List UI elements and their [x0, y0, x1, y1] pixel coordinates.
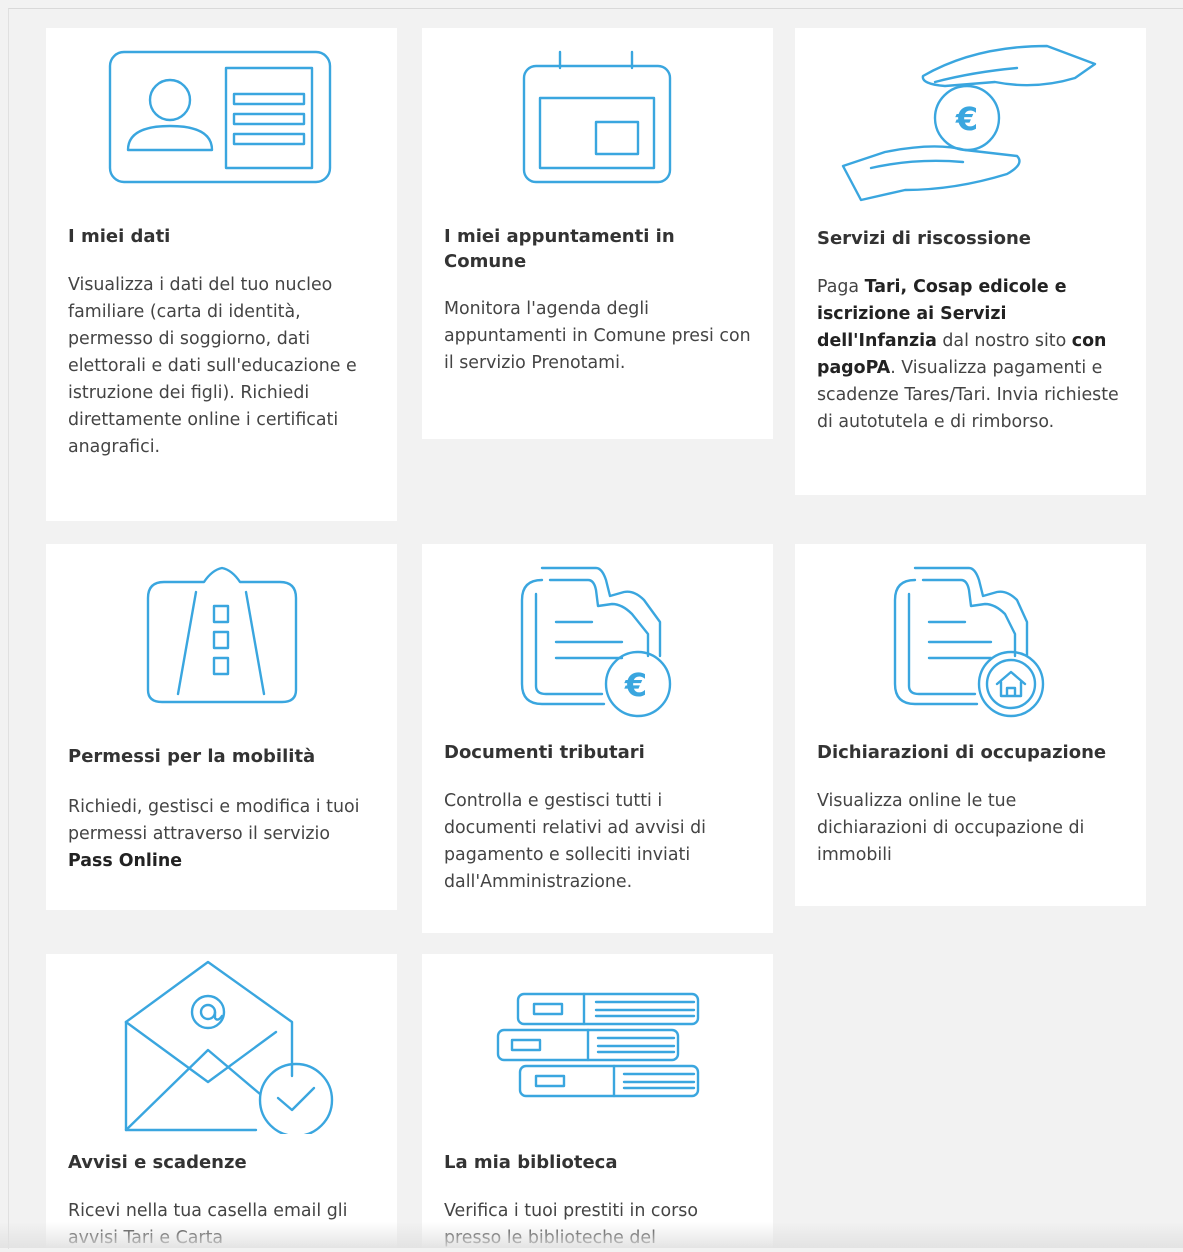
card-description: Visualizza i dati del tuo nucleo familia… [68, 275, 357, 457]
card-permessi-mobilita[interactable]: Permessi per la mobilità Richiedi, gesti… [46, 544, 397, 910]
id-card-icon [46, 28, 397, 208]
card-dichiarazioni-occupazione[interactable]: Dichiarazioni di occupazione Visualizza … [795, 544, 1146, 906]
hands-euro-icon: € [795, 28, 1146, 208]
card-description: Ricevi nella tua casella email gli avvis… [68, 1201, 348, 1248]
card-title: Documenti tributari [444, 742, 645, 763]
card-description: Monitora l'agenda degli appuntamenti in … [444, 299, 751, 373]
svg-text:€: € [624, 666, 647, 704]
card-description: Controlla e gestisci tutti i documenti r… [444, 791, 706, 892]
calendar-icon [422, 28, 773, 208]
card-title: I miei dati [68, 226, 171, 247]
document-house-icon [795, 544, 1146, 724]
card-title: Permessi per la mobilità [68, 746, 316, 767]
card-i-miei-dati[interactable]: I miei dati Visualizza i dati del tuo nu… [46, 28, 397, 521]
card-title: I miei appuntamenti in Comune [444, 226, 675, 272]
books-icon [422, 954, 773, 1134]
document-euro-icon: € [422, 544, 773, 724]
card-title: Avvisi e scadenze [68, 1152, 247, 1173]
card-servizi-riscossione[interactable]: € Servizi di riscossione Paga Tari, Cosa… [795, 28, 1146, 495]
card-title: La mia biblioteca [444, 1152, 618, 1173]
card-i-miei-appuntamenti[interactable]: I miei appuntamenti in Comune Monitora l… [422, 28, 773, 439]
card-documenti-tributari[interactable]: € Documenti tributari Controlla e gestis… [422, 544, 773, 933]
card-description: Richiedi, gestisci e modifica i tuoi per… [68, 797, 360, 871]
road-icon [46, 544, 397, 724]
card-description: Visualizza online le tue dichiarazioni d… [817, 791, 1085, 865]
card-description: Verifica i tuoi prestiti in corso presso… [444, 1201, 698, 1248]
card-title: Dichiarazioni di occupazione [817, 742, 1107, 763]
envelope-check-icon [46, 954, 397, 1134]
card-la-mia-biblioteca[interactable]: La mia biblioteca Verifica i tuoi presti… [422, 954, 773, 1248]
card-title: Servizi di riscossione [817, 228, 1031, 249]
card-description: Paga Tari, Cosap edicole e iscrizione ai… [817, 277, 1119, 432]
card-avvisi-scadenze[interactable]: Avvisi e scadenze Ricevi nella tua casel… [46, 954, 397, 1248]
svg-text:€: € [955, 100, 978, 138]
